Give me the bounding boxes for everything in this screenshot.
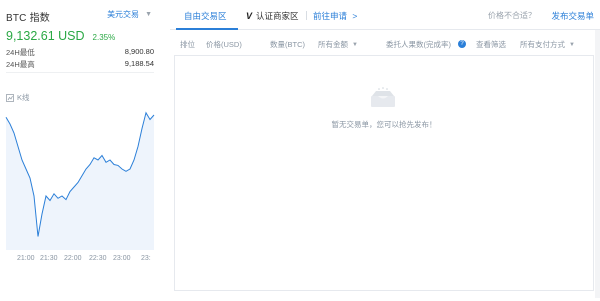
tab-certified-zone[interactable]: V 认证商家区 (246, 10, 299, 22)
divider (6, 72, 154, 73)
col-price: 价格(USD) (206, 40, 242, 49)
tab-divider (306, 11, 307, 20)
trade-panel: 自由交易区 V 认证商家区 前往申请 > 价格不合适？ 发布交易单 排位 价格(… (170, 0, 600, 301)
price-row: 9,132.61 USD 2.35% (6, 29, 115, 43)
x-tick-label: 21:30 (40, 255, 58, 262)
apply-link[interactable]: 前往申请 > (313, 10, 357, 22)
price-line-chart: 21:00 21:30 22:00 22:30 23:00 23: (5, 111, 155, 262)
x-tick-label: 21:00 (17, 255, 35, 262)
tab-certified-label: 认证商家区 (256, 11, 299, 21)
active-tab-indicator (176, 28, 238, 30)
btc-index-panel: BTC 指数 美元交易 ▼ 9,132.61 USD 2.35% 24H最低 8… (0, 0, 160, 301)
col-trust: 委托人果数(完成率) (386, 39, 451, 50)
scrollbar[interactable] (595, 30, 600, 298)
stat-24h-low-label: 24H最低 (6, 48, 35, 57)
order-list: 暂无交易单，您可以抢先发布！ (174, 55, 594, 291)
tab-bar: 自由交易区 V 认证商家区 前往申请 > 价格不合适？ 发布交易单 (170, 0, 600, 30)
x-tick-label: 23:00 (113, 255, 131, 262)
verified-icon: V (246, 11, 253, 21)
col-trust-label: 委托人果数(完成率) (386, 40, 451, 49)
payment-select[interactable]: 所有支付方式 ▼ (520, 39, 575, 50)
publish-order-link[interactable]: 发布交易单 (551, 10, 594, 22)
total-select[interactable]: 所有金额 ▼ (318, 39, 358, 50)
col-amount: 数量(BTC) (270, 40, 305, 49)
total-select-label: 所有金额 (318, 40, 348, 49)
stat-24h-high-value: 9,188.54 (124, 59, 154, 68)
title-row: BTC 指数 美元交易 ▼ (6, 9, 154, 24)
stat-24h-high-label: 24H最高 (6, 60, 35, 69)
stat-24h-low: 24H最低 8,900.80 (6, 47, 154, 57)
status-filter[interactable]: 查看筛选 (476, 39, 506, 50)
index-title: BTC 指数 (6, 13, 50, 24)
status-filter-label: 查看筛选 (476, 40, 506, 49)
x-tick-label: 22:00 (64, 255, 82, 262)
stat-24h-low-value: 8,900.80 (124, 47, 154, 56)
current-price: 9,132.61 USD (6, 29, 85, 43)
help-icon[interactable]: ? (458, 40, 466, 48)
currency-select[interactable]: 美元交易 ▼ (107, 9, 152, 20)
x-tick-label: 22:30 (89, 255, 107, 262)
stat-24h-high: 24H最高 9,188.54 (6, 59, 154, 69)
tab-free-zone[interactable]: 自由交易区 (184, 10, 227, 22)
x-tick-label: 23: (141, 255, 151, 262)
price-chart: 21:00 21:30 22:00 22:30 23:00 23: (0, 100, 160, 290)
chevron-down-icon: ▼ (145, 11, 152, 18)
price-hint: 价格不合适？ (488, 11, 536, 20)
currency-select-label: 美元交易 (107, 10, 140, 19)
filter-row: 排位 价格(USD) 数量(BTC) 所有金额 ▼ 委托人果数(完成率) ? 查… (170, 31, 600, 55)
price-change: 2.35% (92, 33, 116, 42)
chevron-down-icon: ▼ (569, 41, 575, 48)
price-area (6, 112, 154, 250)
chevron-down-icon: ▼ (352, 41, 358, 48)
empty-message: 暂无交易单，您可以抢先发布！ (331, 120, 437, 129)
empty-box-icon (371, 87, 395, 107)
apply-link-label: 前往申请 (313, 11, 348, 21)
col-rank: 排位 (180, 40, 195, 49)
payment-select-label: 所有支付方式 (520, 40, 565, 49)
chevron-right-icon: > (352, 11, 358, 21)
